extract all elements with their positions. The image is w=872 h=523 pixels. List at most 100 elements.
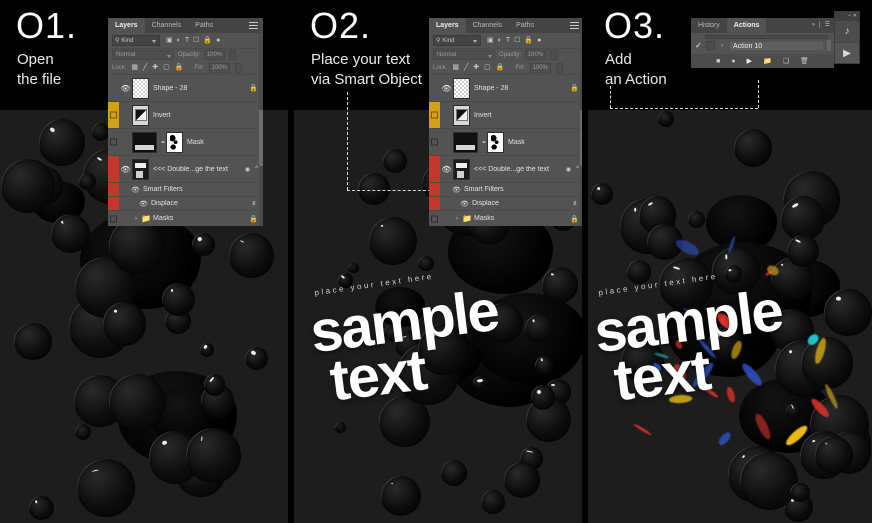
stop-icon[interactable]: ■ <box>716 58 720 65</box>
tab-paths[interactable]: Paths <box>509 18 541 33</box>
table-row[interactable]: › 📁 Masks 🔒 <box>108 210 263 226</box>
table-row[interactable]: 👁 <<< Double...ge the text ◉ ^ <box>108 155 263 182</box>
smart-object-icon[interactable]: 🔒 <box>203 37 212 44</box>
smart-object-icon[interactable]: 🔒 <box>524 37 533 44</box>
filter-kind-select[interactable]: ⚲ Kind <box>433 35 481 46</box>
lock-artboard-nesting-icon[interactable]: ▢ <box>163 64 170 71</box>
lock-image-pixels-icon[interactable]: ╱ <box>464 64 468 71</box>
tab-channels[interactable]: Channels <box>145 18 189 33</box>
play-icon[interactable]: ▶ <box>835 42 859 63</box>
eye-icon[interactable]: 👁 <box>458 200 471 208</box>
record-icon[interactable]: ● <box>731 58 735 65</box>
table-row[interactable]: ⚭ Mask <box>429 128 582 155</box>
lock-position-icon[interactable]: ✚ <box>473 64 479 71</box>
adjustment-layer-icon[interactable]: ◐ <box>177 37 181 44</box>
table-row[interactable]: 👁 Smart Filters <box>108 182 263 196</box>
chevron-right-icon[interactable]: › <box>453 216 461 222</box>
layers-panel-2[interactable]: Layers Channels Paths ⚲ Kind ▣ ◐ T ☐ 🔒 ● <box>429 18 582 226</box>
layers-panel-1[interactable]: Layers Channels Paths ⚲ Kind ▣ ◐ T ☐ 🔒 ● <box>108 18 263 226</box>
shape-layer-icon[interactable]: ☐ <box>514 37 520 44</box>
artwork-bubble <box>780 196 826 241</box>
pixel-layer-icon[interactable]: ▣ <box>487 37 494 44</box>
tab-paths[interactable]: Paths <box>188 18 220 33</box>
chevron-right-icon[interactable]: › <box>718 43 726 49</box>
eye-icon[interactable]: 👁 <box>450 186 463 194</box>
new-set-icon[interactable]: 📁 <box>763 58 772 65</box>
lock-position-icon[interactable]: ✚ <box>152 64 158 71</box>
type-layer-icon[interactable]: T <box>185 37 189 44</box>
table-row[interactable]: 👁 <<< Double...ge the text ◉ ^ <box>429 155 582 182</box>
chevron-right-icon[interactable]: › <box>132 216 140 222</box>
play-icon[interactable]: ▶ <box>747 58 752 65</box>
tab-layers[interactable]: Layers <box>108 18 145 33</box>
panel-scrollbar[interactable] <box>259 18 263 226</box>
actions-panel[interactable]: History Actions » | ☰ ✓ › Action 10 ■ ● … <box>691 18 834 68</box>
lock-transparent-pixels-icon[interactable]: ▦ <box>131 64 138 71</box>
action-dialog-toggle[interactable] <box>706 41 715 50</box>
close-icon[interactable]: ✕ <box>853 14 857 19</box>
tab-history[interactable]: History <box>691 18 727 33</box>
delete-icon[interactable]: 🗑 <box>800 58 809 65</box>
filter-toggle-icon[interactable]: ● <box>216 37 220 44</box>
table-row[interactable]: 👁 Smart Filters <box>429 182 582 196</box>
eye-icon[interactable]: 👁 <box>440 84 453 93</box>
fill-stepper[interactable] <box>555 62 563 73</box>
eye-icon[interactable]: 👁 <box>119 165 132 174</box>
new-action-icon[interactable]: ❏ <box>783 58 789 65</box>
table-row[interactable]: › 📁 Masks 🔒 <box>429 210 582 226</box>
blend-mode-select[interactable]: Normal <box>433 50 495 60</box>
layer-thumbnail <box>453 158 470 180</box>
table-row[interactable]: 👁 Displace ≢ <box>429 196 582 210</box>
table-row[interactable]: Invert <box>108 101 263 128</box>
layer-name: Masks <box>153 215 174 222</box>
record-stop-icon[interactable]: ♪ <box>835 21 859 42</box>
filter-toggle-icon[interactable]: ● <box>537 37 541 44</box>
filter-kind-select[interactable]: ⚲ Kind <box>112 35 160 46</box>
fill-value[interactable]: 100% <box>529 62 551 73</box>
tab-channels[interactable]: Channels <box>466 18 510 33</box>
shape-layer-icon[interactable]: ☐ <box>193 37 199 44</box>
lock-all-icon[interactable]: 🔒 <box>496 64 505 71</box>
scrollbar-thumb[interactable] <box>259 110 263 166</box>
actions-scrollbar-thumb[interactable] <box>827 40 831 51</box>
lock-image-pixels-icon[interactable]: ╱ <box>143 64 147 71</box>
eye-icon[interactable]: 👁 <box>119 84 132 93</box>
type-layer-icon[interactable]: T <box>506 37 510 44</box>
panel-menu-icon[interactable] <box>249 22 258 29</box>
opacity-stepper[interactable] <box>550 50 558 60</box>
pixel-layer-icon[interactable]: ▣ <box>166 37 173 44</box>
list-item[interactable]: ✓ › Action 10 <box>691 39 834 52</box>
minimize-icon[interactable]: – <box>848 14 851 19</box>
table-row[interactable]: Invert <box>429 101 582 128</box>
table-row[interactable]: 👁 Shape - 28 🔒 <box>108 74 263 101</box>
table-row[interactable]: ⚭ Mask <box>108 128 263 155</box>
adjustment-layer-icon[interactable]: ◐ <box>498 37 502 44</box>
panel-menu-icon[interactable] <box>570 22 579 29</box>
tab-actions[interactable]: Actions <box>726 18 767 33</box>
smart-filter-icon[interactable]: ◉ <box>566 166 576 173</box>
eye-icon[interactable]: 👁 <box>137 200 150 208</box>
opacity-stepper[interactable] <box>229 50 237 60</box>
fill-stepper[interactable] <box>234 62 242 73</box>
eye-icon[interactable]: 👁 <box>440 165 453 174</box>
lock-transparent-pixels-icon[interactable]: ▦ <box>452 64 459 71</box>
mini-play-palette[interactable]: – ✕ ♪ ▶ <box>834 11 860 64</box>
tab-layers[interactable]: Layers <box>429 18 466 33</box>
smart-filter-icon[interactable]: ◉ <box>245 166 255 173</box>
panel-menu-icon[interactable]: ☰ <box>825 21 830 28</box>
opacity-value[interactable]: 100% <box>204 50 226 60</box>
eye-icon[interactable]: 👁 <box>129 186 142 194</box>
chevron-double-right-icon[interactable]: » <box>812 22 815 28</box>
panel-scrollbar[interactable] <box>580 18 582 226</box>
opacity-value[interactable]: 100% <box>525 50 547 60</box>
table-row[interactable]: 👁 Displace ≢ <box>108 196 263 210</box>
artwork-bubble <box>382 148 407 173</box>
action-checkbox[interactable]: ✓ <box>694 41 703 50</box>
table-row[interactable]: 👁 Shape - 28 🔒 <box>429 74 582 101</box>
fill-value[interactable]: 100% <box>208 62 230 73</box>
lock-all-icon[interactable]: 🔒 <box>175 64 184 71</box>
scrollbar-thumb[interactable] <box>580 110 582 166</box>
action-name[interactable]: Action 10 <box>729 40 824 51</box>
lock-artboard-nesting-icon[interactable]: ▢ <box>484 64 491 71</box>
blend-mode-select[interactable]: Normal <box>112 50 174 60</box>
